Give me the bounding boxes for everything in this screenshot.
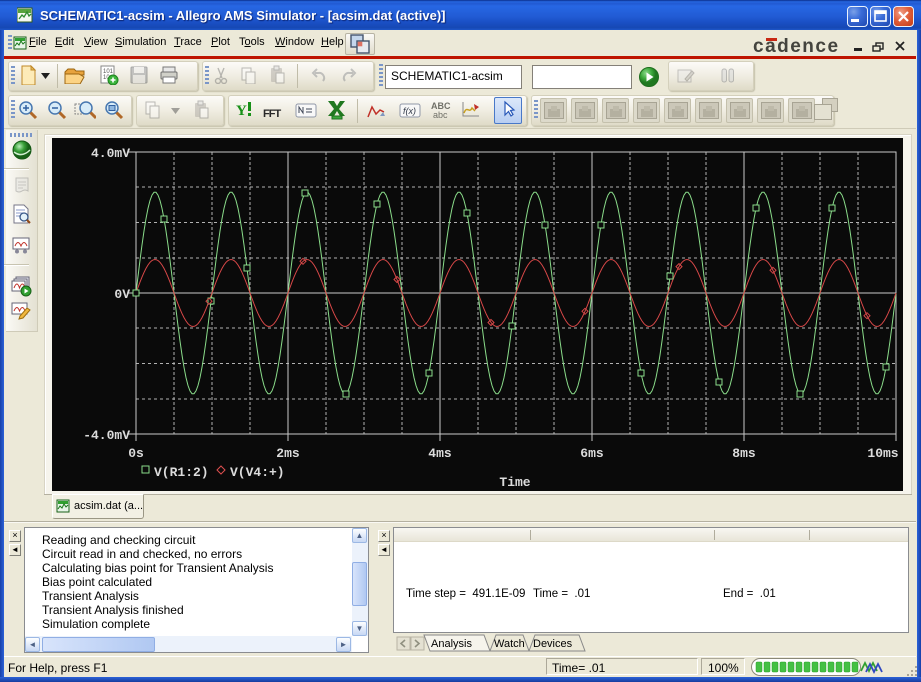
- svg-text:Analysis: Analysis: [431, 638, 472, 650]
- svg-text:V(V4:+): V(V4:+): [230, 465, 285, 480]
- svg-text:10ms: 10ms: [867, 446, 898, 461]
- svg-text:Y: Y: [236, 103, 247, 119]
- svg-text:Devices: Devices: [533, 638, 573, 650]
- svg-text:Watch: Watch: [494, 638, 525, 650]
- svg-text:2ms: 2ms: [276, 446, 300, 461]
- svg-text:f(x): f(x): [403, 106, 416, 116]
- svg-text:FFT: FFT: [263, 108, 281, 119]
- svg-text:abc: abc: [433, 110, 448, 120]
- svg-text:Time: Time: [499, 475, 530, 490]
- svg-text:-4.0mV: -4.0mV: [83, 428, 130, 443]
- svg-text:8ms: 8ms: [732, 446, 756, 461]
- svg-text:4ms: 4ms: [428, 446, 452, 461]
- svg-text:0V: 0V: [114, 287, 130, 302]
- svg-text:V(R1:2): V(R1:2): [154, 465, 209, 480]
- svg-text:4.0mV: 4.0mV: [91, 146, 130, 161]
- svg-text:0s: 0s: [128, 446, 144, 461]
- svg-text:6ms: 6ms: [580, 446, 604, 461]
